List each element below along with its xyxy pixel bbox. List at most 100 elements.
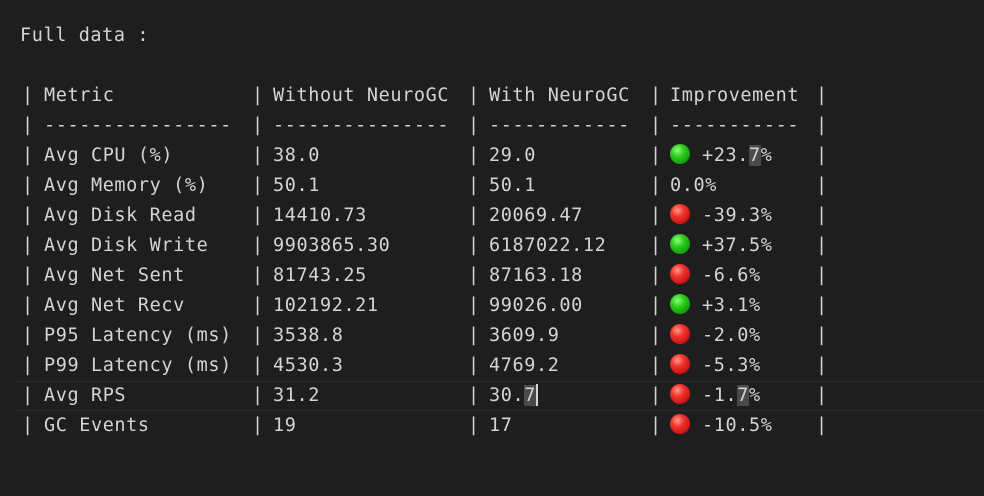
pipe-separator: |	[650, 295, 662, 316]
green-circle-icon	[670, 234, 690, 254]
cell-metric: Avg RPS	[44, 385, 127, 406]
pipe-separator: |	[252, 325, 264, 346]
cell-metric: GC Events	[44, 415, 150, 436]
improvement-value: +3.1%	[702, 295, 761, 316]
cell-improvement: 0.0%	[670, 175, 717, 196]
pipe-separator: |	[22, 205, 34, 226]
cell-improvement: +3.1%	[670, 291, 761, 321]
pipe-separator: |	[468, 325, 480, 346]
cell-with: 99026.00	[489, 295, 583, 316]
pipe-separator: |	[468, 145, 480, 166]
pipe-separator: |	[816, 295, 828, 316]
pipe-separator: |	[650, 205, 662, 226]
pipe-separator: |	[650, 175, 662, 196]
text-cursor	[535, 384, 538, 406]
pipe-separator: |	[22, 145, 34, 166]
pipe-separator: |	[252, 205, 264, 226]
pipe-separator: |	[650, 115, 662, 136]
cell-metric: Avg Disk Read	[44, 205, 197, 226]
table-row: | P99 Latency (ms) | 4530.3 | 4769.2 | -…	[0, 351, 827, 381]
cell-with: 20069.47	[489, 205, 583, 226]
red-circle-icon	[670, 354, 690, 374]
pipe-separator: |	[468, 205, 480, 226]
improvement-highlighted-text: -1.7%	[702, 385, 761, 406]
pipe-separator: |	[650, 265, 662, 286]
pipe-separator: |	[816, 355, 828, 376]
table-row: | Avg CPU (%) | 38.0 | 29.0 | +23.7% |	[0, 141, 827, 171]
table-header-row: | Metric | Without NeuroGC | With NeuroG…	[0, 81, 827, 111]
red-circle-icon	[670, 414, 690, 434]
cell-without: 31.2	[273, 385, 320, 406]
cell-metric: Avg Net Sent	[44, 265, 185, 286]
pipe-separator: |	[816, 115, 828, 136]
pipe-separator: |	[22, 325, 34, 346]
pipe-separator: |	[468, 85, 480, 106]
improvement-value: -10.5%	[702, 415, 773, 436]
green-circle-icon	[670, 144, 690, 164]
cell-with: 6187022.12	[489, 235, 607, 256]
pipe-separator: |	[650, 325, 662, 346]
red-circle-icon	[670, 384, 690, 404]
pipe-separator: |	[252, 145, 264, 166]
cell-metric: Avg Disk Write	[44, 235, 209, 256]
header-without-neurogc: Without NeuroGC	[273, 85, 450, 106]
markdown-editor[interactable]: Full data : | Metric | Without NeuroGC |…	[0, 0, 984, 496]
pipe-separator: |	[252, 385, 264, 406]
cell-improvement: -2.0%	[670, 321, 761, 351]
cell-with-cursor: 30.7	[489, 384, 538, 406]
pipe-separator: |	[816, 205, 828, 226]
cell-without: 38.0	[273, 145, 320, 166]
cell-without: 3538.8	[273, 325, 344, 346]
table-row: | P95 Latency (ms) | 3538.8 | 3609.9 | -…	[0, 321, 827, 351]
pipe-separator: |	[252, 355, 264, 376]
pipe-separator: |	[468, 355, 480, 376]
cell-metric: Avg Memory (%)	[44, 175, 209, 196]
pipe-separator: |	[468, 295, 480, 316]
divider-with: ------------	[489, 115, 630, 136]
cell-with: 3609.9	[489, 325, 560, 346]
pipe-separator: |	[22, 85, 34, 106]
cell-improvement: +37.5%	[670, 231, 772, 261]
pipe-separator: |	[22, 235, 34, 256]
pipe-separator: |	[252, 115, 264, 136]
table-row: | GC Events | 19 | 17 | -10.5% |	[0, 411, 827, 441]
green-circle-icon	[670, 294, 690, 314]
pipe-separator: |	[650, 415, 662, 436]
pipe-separator: |	[252, 265, 264, 286]
full-data-heading: Full data :	[20, 25, 150, 46]
improvement-value: -5.3%	[702, 355, 761, 376]
cell-without: 4530.3	[273, 355, 344, 376]
table-divider-row: | ---------------- | --------------- | -…	[0, 111, 827, 141]
table-row: | Avg Disk Write | 9903865.30 | 6187022.…	[0, 231, 827, 261]
divider-metric: ----------------	[44, 115, 232, 136]
red-circle-icon	[670, 264, 690, 284]
cell-without: 102192.21	[273, 295, 379, 316]
pipe-separator: |	[468, 415, 480, 436]
header-improvement: Improvement	[670, 85, 800, 106]
pipe-separator: |	[252, 415, 264, 436]
pipe-separator: |	[22, 385, 34, 406]
improvement-value: -6.6%	[702, 265, 761, 286]
table-row: | Avg Disk Read | 14410.73 | 20069.47 | …	[0, 201, 827, 231]
red-circle-icon	[670, 324, 690, 344]
table-row: | Avg Memory (%) | 50.1 | 50.1 | 0.0% |	[0, 171, 827, 201]
cell-with: 50.1	[489, 175, 536, 196]
pipe-separator: |	[468, 115, 480, 136]
pipe-separator: |	[650, 355, 662, 376]
pipe-separator: |	[22, 265, 34, 286]
table-row-current-line: | Avg RPS | 31.2 | 30.7 | -1.7% |	[14, 381, 984, 411]
table-row: | Avg Net Recv | 102192.21 | 99026.00 | …	[0, 291, 827, 321]
cell-improvement: +23.7%	[670, 141, 772, 171]
pipe-separator: |	[22, 175, 34, 196]
improvement-value: +37.5%	[702, 235, 773, 256]
header-metric: Metric	[44, 85, 115, 106]
cell-metric: Avg Net Recv	[44, 295, 185, 316]
improvement-value: -2.0%	[702, 325, 761, 346]
cell-improvement: -10.5%	[670, 411, 772, 441]
pipe-separator: |	[816, 235, 828, 256]
cell-metric: P99 Latency (ms)	[44, 355, 232, 376]
cell-without: 50.1	[273, 175, 320, 196]
pipe-separator: |	[468, 265, 480, 286]
cell-without: 14410.73	[273, 205, 367, 226]
pipe-separator: |	[468, 175, 480, 196]
